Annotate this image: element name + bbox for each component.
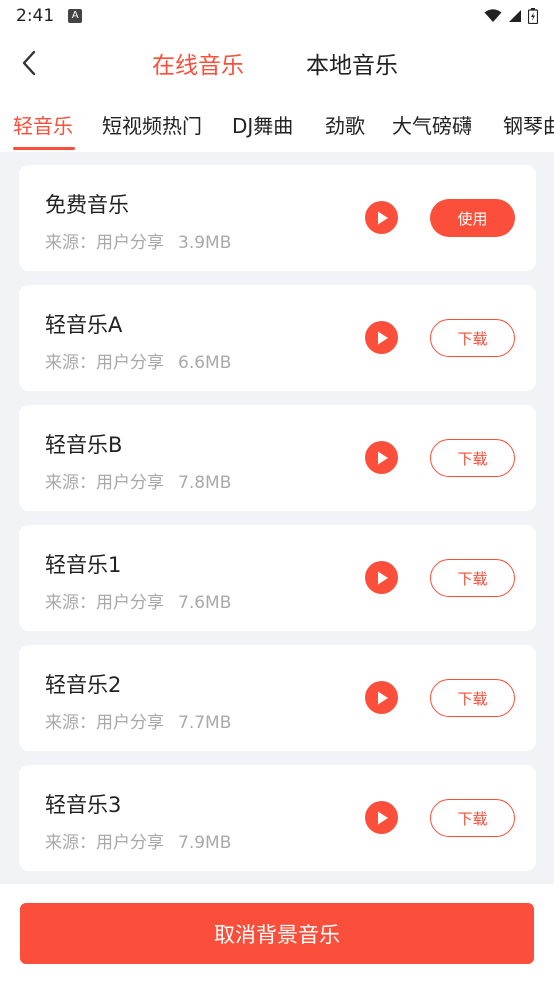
- music-meta: 来源：用户分享 7.8MB: [45, 468, 231, 493]
- play-icon: [377, 691, 388, 704]
- music-size: 7.9MB: [178, 833, 232, 853]
- tab-local-music[interactable]: 本地音乐: [306, 46, 398, 80]
- music-source: 来源：用户分享: [45, 833, 164, 853]
- category-tab-piano[interactable]: 钢琴曲: [503, 110, 554, 139]
- category-tab-majestic[interactable]: 大气磅礴: [392, 110, 472, 139]
- music-item: 轻音乐B 来源：用户分享 7.8MB 下载: [19, 405, 536, 511]
- music-title: 免费音乐: [45, 193, 129, 217]
- play-button[interactable]: [365, 201, 398, 234]
- music-title: 轻音乐A: [45, 313, 123, 337]
- play-button[interactable]: [365, 441, 398, 474]
- tab-online-music[interactable]: 在线音乐: [152, 46, 244, 80]
- music-title: 轻音乐2: [45, 673, 122, 697]
- play-icon: [377, 451, 388, 464]
- category-tab-short-video[interactable]: 短视频热门: [102, 110, 202, 139]
- wifi-icon: [484, 9, 502, 22]
- download-button[interactable]: 下载: [430, 559, 515, 597]
- play-button[interactable]: [365, 801, 398, 834]
- music-source: 来源：用户分享: [45, 353, 164, 373]
- active-tab-indicator: [13, 147, 75, 150]
- music-source: 来源：用户分享: [45, 473, 164, 493]
- music-item: 轻音乐3 来源：用户分享 7.9MB 下载: [19, 765, 536, 871]
- music-meta: 来源：用户分享 3.9MB: [45, 228, 231, 253]
- play-icon: [377, 331, 388, 344]
- status-icons: [484, 8, 538, 24]
- music-source: 来源：用户分享: [45, 233, 164, 253]
- back-button[interactable]: [14, 46, 44, 80]
- status-bar: 2:41 A: [0, 0, 554, 32]
- music-title: 轻音乐3: [45, 793, 122, 817]
- signal-icon: [509, 10, 521, 22]
- notification-a-icon: A: [68, 9, 83, 23]
- download-button[interactable]: 下载: [430, 799, 515, 837]
- play-icon: [377, 811, 388, 824]
- play-icon: [377, 211, 388, 224]
- header: 在线音乐 本地音乐: [0, 32, 554, 94]
- music-size: 7.7MB: [178, 713, 232, 733]
- music-meta: 来源：用户分享 7.9MB: [45, 828, 231, 853]
- play-icon: [377, 571, 388, 584]
- music-size: 7.8MB: [178, 473, 232, 493]
- category-tab-power-songs[interactable]: 劲歌: [325, 110, 365, 139]
- music-size: 6.6MB: [178, 353, 232, 373]
- cancel-background-music-button[interactable]: 取消背景音乐: [20, 903, 534, 964]
- category-tab-dj[interactable]: DJ舞曲: [232, 110, 293, 139]
- download-button[interactable]: 下载: [430, 439, 515, 477]
- music-source: 来源：用户分享: [45, 593, 164, 613]
- music-meta: 来源：用户分享 6.6MB: [45, 348, 231, 373]
- music-item: 轻音乐A 来源：用户分享 6.6MB 下载: [19, 285, 536, 391]
- music-item: 轻音乐1 来源：用户分享 7.6MB 下载: [19, 525, 536, 631]
- music-size: 3.9MB: [178, 233, 232, 253]
- download-button[interactable]: 下载: [430, 679, 515, 717]
- category-tabs: 轻音乐 短视频热门 DJ舞曲 劲歌 大气磅礴 钢琴曲: [0, 94, 554, 152]
- music-source: 来源：用户分享: [45, 713, 164, 733]
- play-button[interactable]: [365, 561, 398, 594]
- play-button[interactable]: [365, 681, 398, 714]
- play-button[interactable]: [365, 321, 398, 354]
- music-title: 轻音乐B: [45, 433, 123, 457]
- battery-icon: [528, 8, 538, 24]
- status-time: 2:41: [16, 6, 55, 26]
- bottom-bar: 取消背景音乐: [0, 884, 554, 984]
- screen: 2:41 A 在线音乐 本地音乐 轻音乐 短视频热门 DJ舞曲 劲歌 大气磅礴 …: [0, 0, 554, 984]
- music-size: 7.6MB: [178, 593, 232, 613]
- music-title: 轻音乐1: [45, 553, 122, 577]
- music-item: 轻音乐2 来源：用户分享 7.7MB 下载: [19, 645, 536, 751]
- music-meta: 来源：用户分享 7.7MB: [45, 708, 231, 733]
- chevron-left-icon: [22, 50, 36, 76]
- use-button[interactable]: 使用: [430, 199, 515, 237]
- category-tab-light-music[interactable]: 轻音乐: [13, 110, 73, 139]
- music-meta: 来源：用户分享 7.6MB: [45, 588, 231, 613]
- download-button[interactable]: 下载: [430, 319, 515, 357]
- music-item: 免费音乐 来源：用户分享 3.9MB 使用: [19, 165, 536, 271]
